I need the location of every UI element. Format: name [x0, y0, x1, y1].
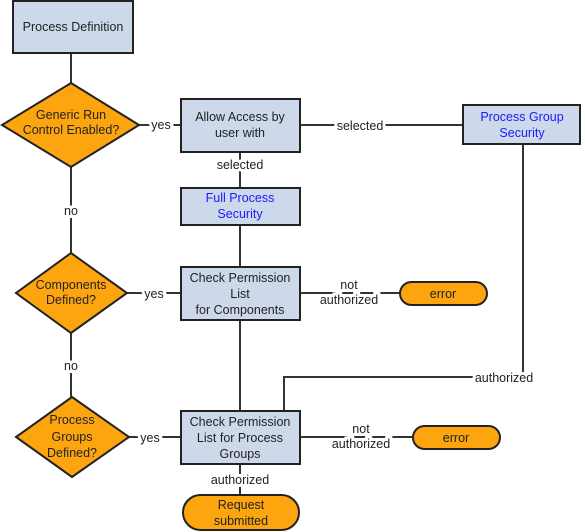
terminal-error-1: error [399, 281, 488, 306]
node-text: Check Permission [190, 415, 291, 429]
label-authorized: authorized [320, 293, 378, 307]
node-text: Groups [52, 430, 93, 444]
label-yes: yes [151, 118, 170, 132]
label-no: no [64, 359, 78, 373]
node-full-process-security[interactable]: Full Process Security [180, 187, 301, 226]
label-authorized: authorized [211, 473, 269, 487]
label-no: no [64, 204, 78, 218]
node-text: Process [49, 413, 94, 427]
node-check-components: Check Permission List for Components [180, 266, 301, 321]
decision-components-defined: Components Defined? [14, 251, 129, 335]
flowchart: yes selected selected no yes not authori… [0, 0, 581, 531]
node-process-group-security[interactable]: Process Group Security [462, 104, 581, 145]
label-not: not [352, 422, 370, 436]
label-authorized: authorized [475, 371, 533, 385]
label-selected: selected [337, 119, 384, 133]
node-check-process-groups: Check Permission List for Process Groups [180, 410, 301, 465]
label-yes: yes [140, 431, 159, 445]
decision-generic-run-control: Generic Run Control Enabled? [0, 81, 141, 169]
node-process-definition: Process Definition [12, 0, 134, 54]
process-group-security-link[interactable]: Process Group [480, 110, 563, 124]
node-text: Defined? [47, 446, 97, 460]
full-process-security-link[interactable]: Security [217, 207, 263, 221]
decision-process-groups-defined: Process Groups Defined? [14, 395, 131, 479]
node-text: Allow Access by [195, 110, 285, 124]
process-group-security-link[interactable]: Security [499, 126, 545, 140]
node-text: error [430, 287, 456, 301]
node-text: Process Definition [23, 20, 124, 34]
terminal-request-submitted: Request submitted [182, 494, 300, 531]
node-text: Control Enabled? [23, 123, 120, 137]
label-not: not [340, 278, 358, 292]
node-allow-access: Allow Access by user with [180, 98, 301, 153]
node-text: Defined? [46, 293, 96, 307]
node-text: for Components [196, 303, 285, 317]
node-text: error [443, 431, 469, 445]
label-selected: selected [217, 158, 264, 172]
node-text: user with [215, 126, 265, 140]
label-authorized: authorized [332, 437, 390, 451]
terminal-error-2: error [412, 425, 501, 450]
node-text: Check Permission [190, 271, 291, 285]
node-text: Request [218, 498, 265, 512]
node-text: Groups [220, 447, 261, 461]
label-yes: yes [144, 287, 163, 301]
node-text: Generic Run [36, 108, 106, 122]
node-text: List for Process [197, 431, 283, 445]
node-text: submitted [214, 514, 268, 528]
full-process-security-link[interactable]: Full Process [206, 191, 275, 205]
node-text: List [230, 287, 250, 301]
node-text: Components [36, 278, 107, 292]
